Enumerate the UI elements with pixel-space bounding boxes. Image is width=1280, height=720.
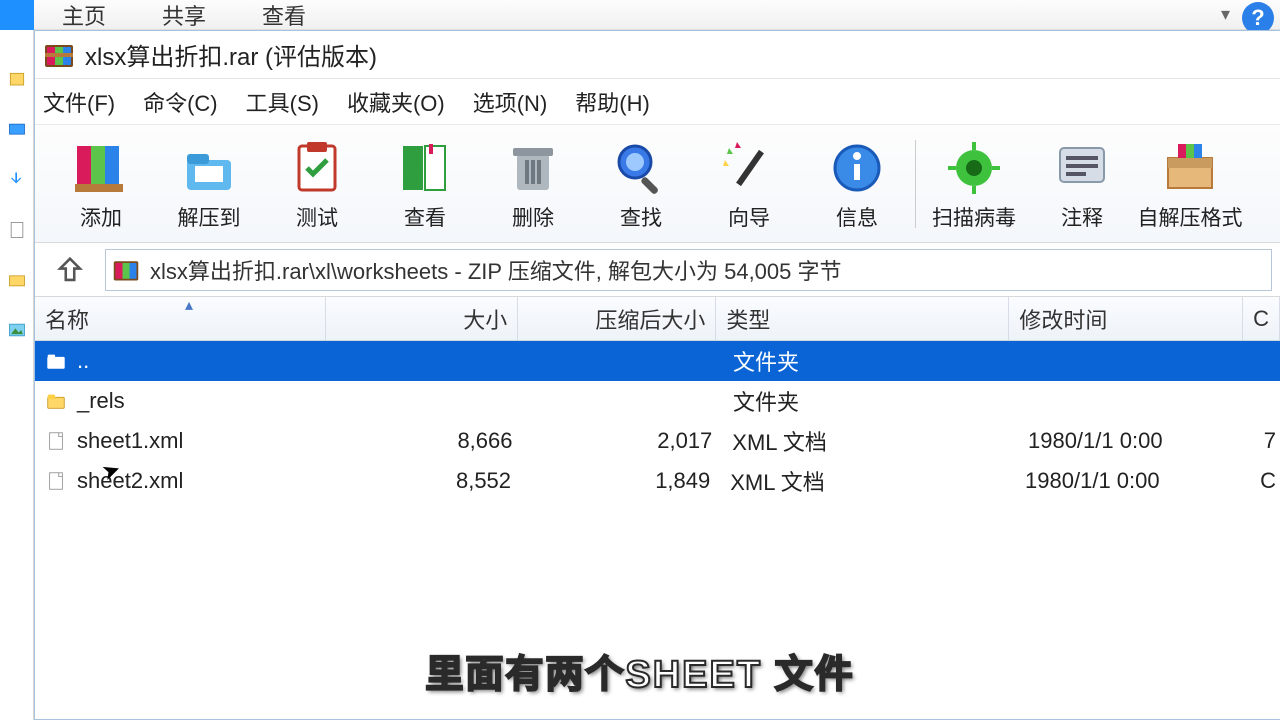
- file-name: sheet2.xml: [77, 468, 183, 494]
- header-modified[interactable]: 修改时间: [1009, 297, 1243, 340]
- ribbon-collapse-icon[interactable]: ▾: [1221, 4, 1230, 25]
- info-icon: [825, 136, 889, 200]
- file-packed-size: 2,017: [523, 428, 723, 454]
- test-button[interactable]: 测试: [263, 125, 371, 242]
- file-name: _rels: [77, 388, 125, 414]
- file-size: 8,552: [328, 468, 521, 494]
- menu-help[interactable]: 帮助(H): [575, 86, 650, 118]
- up-arrow-icon: [53, 253, 87, 287]
- path-bar: xlsx算出折扣.rar\xl\worksheets - ZIP 压缩文件, 解…: [35, 243, 1280, 297]
- trash-icon: [501, 136, 565, 200]
- explorer-ribbon-tabs: 主页 共享 查看: [0, 0, 1280, 30]
- file-type: 文件夹: [723, 385, 1019, 417]
- sfx-icon: [1158, 136, 1222, 200]
- file-icon: [45, 430, 67, 452]
- extract-button[interactable]: 解压到: [155, 125, 263, 242]
- file-crc: C: [1250, 468, 1280, 494]
- delete-button[interactable]: 删除: [479, 125, 587, 242]
- toolbar: 添加 解压到 测试 查看 删除 查找 向导 信息: [35, 125, 1280, 243]
- documents-icon[interactable]: [7, 220, 27, 240]
- folder-row[interactable]: _rels 文件夹: [35, 381, 1280, 421]
- virus-icon: [942, 136, 1006, 200]
- path-text: xlsx算出折扣.rar\xl\worksheets - ZIP 压缩文件, 解…: [150, 254, 842, 286]
- find-label: 查找: [620, 202, 662, 232]
- add-label: 添加: [80, 202, 122, 232]
- wizard-label: 向导: [728, 202, 770, 232]
- comment-icon: [1050, 136, 1114, 200]
- file-list[interactable]: ..文件夹_rels文件夹sheet1.xml8,6662,017XML 文档1…: [35, 341, 1280, 501]
- parent-dir-row[interactable]: .. 文件夹: [35, 341, 1280, 381]
- file-crc: 7: [1254, 428, 1280, 454]
- updir-icon: [45, 350, 67, 372]
- explorer-nav-strip: [0, 30, 34, 720]
- file-modified: 1980/1/1 0:00: [1015, 468, 1250, 494]
- path-input[interactable]: xlsx算出折扣.rar\xl\worksheets - ZIP 压缩文件, 解…: [105, 249, 1272, 291]
- quickaccess-icon[interactable]: [7, 70, 27, 90]
- tab-share[interactable]: 共享: [134, 0, 234, 31]
- tab-view[interactable]: 查看: [234, 0, 334, 31]
- menu-file[interactable]: 文件(F): [43, 86, 115, 118]
- pictures-icon[interactable]: [7, 320, 27, 340]
- downloads-icon[interactable]: [7, 170, 27, 190]
- virus-scan-button[interactable]: 扫描病毒: [920, 125, 1028, 242]
- folder-icon: [45, 390, 67, 412]
- file-name: ..: [77, 348, 89, 374]
- sfx-label: 自解压格式: [1138, 202, 1243, 232]
- file-size: 8,666: [329, 428, 523, 454]
- window-title: xlsx算出折扣.rar (评估版本): [85, 37, 377, 72]
- file-type: 文件夹: [723, 345, 1019, 377]
- books-add-icon: [69, 136, 133, 200]
- file-name: sheet1.xml: [77, 428, 183, 454]
- header-crc[interactable]: C: [1243, 297, 1280, 340]
- header-type[interactable]: 类型: [716, 297, 1009, 340]
- delete-label: 删除: [512, 202, 554, 232]
- menu-favorites[interactable]: 收藏夹(O): [347, 86, 445, 118]
- header-packed-size[interactable]: 压缩后大小: [518, 297, 716, 340]
- file-modified: 1980/1/1 0:00: [1018, 428, 1254, 454]
- menu-bar: 文件(F) 命令(C) 工具(S) 收藏夹(O) 选项(N) 帮助(H): [35, 79, 1280, 125]
- file-packed-size: 1,849: [521, 468, 720, 494]
- desktop-icon[interactable]: [7, 120, 27, 140]
- file-row[interactable]: sheet2.xml 8,5521,849XML 文档1980/1/1 0:00C: [35, 461, 1280, 501]
- file-type: XML 文档: [722, 425, 1018, 457]
- find-icon: [609, 136, 673, 200]
- wizard-icon: [717, 136, 781, 200]
- menu-commands[interactable]: 命令(C): [143, 86, 218, 118]
- view-label: 查看: [404, 202, 446, 232]
- info-label: 信息: [836, 202, 878, 232]
- extract-label: 解压到: [178, 202, 241, 232]
- tab-home[interactable]: 主页: [34, 0, 134, 31]
- extract-icon: [177, 136, 241, 200]
- find-button[interactable]: 查找: [587, 125, 695, 242]
- file-icon: [45, 470, 67, 492]
- test-label: 测试: [296, 202, 338, 232]
- column-headers: ▴ 名称 大小 压缩后大小 类型 修改时间 C: [35, 297, 1280, 341]
- info-button[interactable]: 信息: [803, 125, 911, 242]
- header-size[interactable]: 大小: [326, 297, 518, 340]
- header-name[interactable]: 名称: [35, 297, 326, 340]
- wizard-button[interactable]: 向导: [695, 125, 803, 242]
- sfx-button[interactable]: 自解压格式: [1136, 125, 1244, 242]
- folder-icon[interactable]: [7, 270, 27, 290]
- up-directory-button[interactable]: [35, 243, 105, 296]
- file-row[interactable]: sheet1.xml 8,6662,017XML 文档1980/1/1 0:007: [35, 421, 1280, 461]
- test-icon: [285, 136, 349, 200]
- virus-label: 扫描病毒: [932, 202, 1016, 232]
- add-button[interactable]: 添加: [47, 125, 155, 242]
- winrar-app-icon: [43, 39, 75, 71]
- sort-indicator-icon: ▴: [185, 295, 193, 315]
- view-icon: [393, 136, 457, 200]
- file-type: XML 文档: [720, 465, 1015, 497]
- archive-path-icon: [112, 256, 140, 284]
- view-button[interactable]: 查看: [371, 125, 479, 242]
- title-bar: xlsx算出折扣.rar (评估版本): [35, 31, 1280, 79]
- menu-tools[interactable]: 工具(S): [246, 86, 319, 118]
- comment-button[interactable]: 注释: [1028, 125, 1136, 242]
- menu-options[interactable]: 选项(N): [473, 86, 548, 118]
- comment-label: 注释: [1061, 202, 1103, 232]
